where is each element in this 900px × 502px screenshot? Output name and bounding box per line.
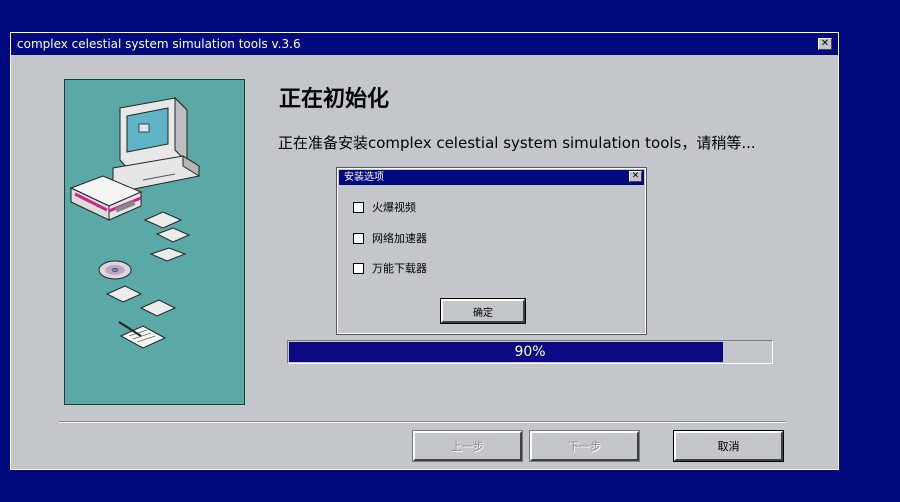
cd-icon	[98, 260, 132, 280]
checkbox[interactable]	[353, 201, 364, 213]
progress-label: 90%	[514, 344, 546, 360]
window-title: complex celestial system simulation tool…	[17, 37, 301, 51]
option-label: 万能下载器	[372, 262, 427, 275]
cancel-button[interactable]: 取消	[673, 430, 784, 462]
option-label: 火爆视频	[372, 201, 416, 214]
document-icon	[118, 321, 167, 349]
ok-button[interactable]: 确定	[440, 298, 526, 324]
page-title: 正在初始化	[279, 87, 390, 112]
progress-bar: 90%	[287, 340, 773, 364]
status-message: 正在准备安装complex celestial system simulatio…	[278, 134, 756, 152]
footer-divider	[59, 421, 786, 423]
title-bar[interactable]: complex celestial system simulation tool…	[11, 33, 838, 55]
dialog-close-icon[interactable]: ✕	[629, 171, 642, 182]
checkbox[interactable]	[353, 232, 364, 244]
computer-icon	[112, 96, 200, 191]
installer-window: complex celestial system simulation tool…	[10, 32, 839, 470]
option-downloader[interactable]: 万能下载器	[353, 260, 427, 276]
computer-illustration-icon	[69, 96, 200, 349]
close-icon[interactable]: ✕	[818, 38, 832, 50]
dialog-title[interactable]: 安装选项	[339, 170, 644, 185]
checkbox[interactable]	[353, 262, 364, 274]
next-button[interactable]: 下一步	[529, 430, 640, 462]
back-button[interactable]: 上一步	[412, 430, 523, 462]
option-network-accelerator[interactable]: 网络加速器	[353, 230, 427, 246]
option-video[interactable]: 火爆视频	[353, 199, 416, 215]
option-label: 网络加速器	[372, 232, 427, 245]
setup-illustration	[64, 79, 245, 405]
install-options-dialog: 安装选项 ✕ 火爆视频 网络加速器 万能下载器 确定	[336, 167, 647, 335]
